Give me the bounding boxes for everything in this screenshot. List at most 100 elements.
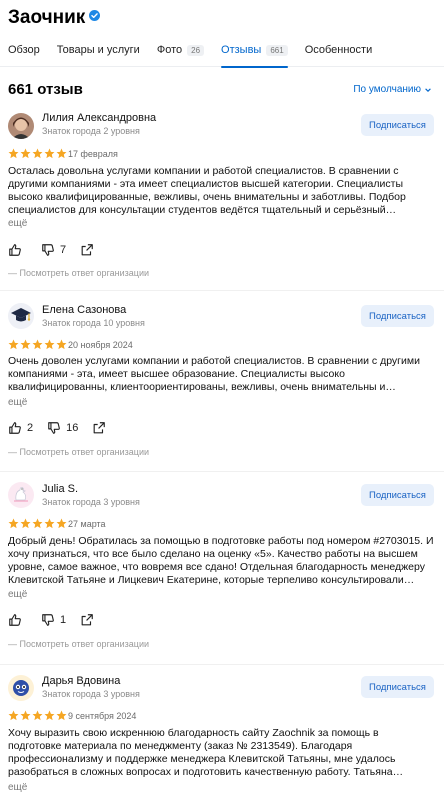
star-icon <box>56 518 67 529</box>
title-row: Заочник <box>8 7 101 29</box>
review-card: Лилия Александровна Знаток города 2 уров… <box>0 105 444 290</box>
sort-dropdown[interactable]: По умолчанию <box>353 84 432 95</box>
review-date: 20 ноября 2024 <box>68 340 133 350</box>
tab-features[interactable]: Особенности <box>305 40 373 60</box>
page-header: Заочник Обзор Товары и услуги Фото 26 Отз… <box>0 0 444 68</box>
star-icon <box>8 518 19 529</box>
share-button[interactable] <box>80 613 94 627</box>
review-card: Julia S. Знаток города 3 уровня Подписат… <box>0 472 444 664</box>
dislike-button[interactable]: 16 <box>47 421 78 435</box>
read-more-link[interactable]: ещё <box>8 397 27 408</box>
subscribe-button[interactable]: Подписаться <box>361 484 434 506</box>
tab-label: Фото <box>156 44 183 56</box>
review-actions: 2 16 <box>8 421 120 435</box>
read-more-link[interactable]: ещё <box>8 218 27 229</box>
organization-answer-link[interactable]: — Посмотреть ответ организации <box>8 268 149 278</box>
subscribe-button[interactable]: Подписаться <box>361 676 434 698</box>
tab-label: Обзор <box>8 44 40 56</box>
thumbs-up-icon <box>9 244 21 256</box>
subscribe-button[interactable]: Подписаться <box>361 114 434 136</box>
star-icon <box>32 710 43 721</box>
share-button[interactable] <box>80 243 94 257</box>
reviews-summary: 661 отзыв По умолчанию <box>0 75 444 105</box>
avatar <box>8 303 34 329</box>
read-more-link[interactable]: ещё <box>8 589 27 600</box>
star-icon <box>8 148 19 159</box>
rating-stars <box>8 339 68 350</box>
organization-answer-link[interactable]: — Посмотреть ответ организации <box>8 639 149 649</box>
tab-label: Особенности <box>304 44 373 56</box>
tab-bar: Обзор Товары и услуги Фото 26 Отзывы 661 О… <box>8 40 389 68</box>
subscribe-button[interactable]: Подписаться <box>361 305 434 327</box>
reviews-count: 661 отзыв <box>8 81 83 98</box>
review-author[interactable]: Елена Сазонова <box>42 304 126 316</box>
thumbs-down-icon <box>48 422 60 434</box>
thumbs-up-icon <box>9 614 21 626</box>
review-author-level: Знаток города 3 уровня <box>42 689 140 699</box>
tab-count-badge: 26 <box>187 44 205 56</box>
sort-label: По умолчанию <box>353 84 421 95</box>
share-button[interactable] <box>92 421 106 435</box>
star-icon <box>32 518 43 529</box>
review-card: Дарья Вдовина Знаток города 3 уровня Под… <box>0 665 444 806</box>
thumbs-up-icon <box>9 422 21 434</box>
avatar <box>8 113 34 139</box>
dislike-count: 7 <box>60 244 67 256</box>
review-author-level: Знаток города 2 уровня <box>42 126 140 136</box>
star-icon <box>8 710 19 721</box>
review-author[interactable]: Лилия Александровна <box>42 112 156 124</box>
like-button[interactable] <box>8 243 27 257</box>
review-text: Очень доволен услугами компании и работо… <box>8 355 420 393</box>
avatar <box>8 675 34 701</box>
star-icon <box>44 710 55 721</box>
review-actions: 1 <box>8 613 108 627</box>
star-icon <box>44 518 55 529</box>
review-text: Хочу выразить свою искреннюю благодарнос… <box>8 727 404 778</box>
tab-overview[interactable]: Обзор <box>8 40 40 60</box>
star-icon <box>32 339 43 350</box>
review-text: Добрый день! Обратилась за помощью в под… <box>8 535 434 586</box>
review-date: 17 февраля <box>68 149 118 159</box>
avatar <box>8 482 34 508</box>
star-icon <box>32 148 43 159</box>
tab-count-badge: 661 <box>266 44 288 56</box>
thumbs-down-icon <box>42 614 54 626</box>
review-actions: 7 <box>8 243 108 257</box>
review-card: Елена Сазонова Знаток города 10 уровня П… <box>0 291 444 471</box>
like-count: 2 <box>27 422 34 434</box>
like-button[interactable]: 2 <box>8 421 33 435</box>
tab-label: Отзывы <box>221 44 262 56</box>
dislike-button[interactable]: 7 <box>41 243 66 257</box>
star-icon <box>44 339 55 350</box>
page-title: Заочник <box>8 7 86 28</box>
review-author-level: Знаток города 3 уровня <box>42 497 140 507</box>
review-text: Осталась довольна услугами компании и ра… <box>8 165 406 216</box>
dislike-count: 1 <box>60 614 67 626</box>
rating-stars <box>8 518 68 529</box>
star-icon <box>56 710 67 721</box>
star-icon <box>20 339 31 350</box>
tab-photos[interactable]: Фото 26 <box>156 40 205 60</box>
read-more-link[interactable]: ещё <box>8 782 27 793</box>
star-icon <box>56 148 67 159</box>
star-icon <box>20 710 31 721</box>
review-author-level: Знаток города 10 уровня <box>42 318 145 328</box>
tab-products[interactable]: Товары и услуги <box>57 40 140 60</box>
dislike-count: 16 <box>66 422 79 434</box>
review-author[interactable]: Дарья Вдовина <box>42 675 120 687</box>
review-date: 9 сентября 2024 <box>68 711 137 721</box>
thumbs-down-icon <box>42 244 54 256</box>
share-icon <box>81 244 93 256</box>
dislike-button[interactable]: 1 <box>41 613 66 627</box>
rating-stars <box>8 148 68 159</box>
like-button[interactable] <box>8 613 27 627</box>
star-icon <box>44 148 55 159</box>
rating-stars <box>8 710 68 721</box>
star-icon <box>56 339 67 350</box>
star-icon <box>20 148 31 159</box>
organization-answer-link[interactable]: — Посмотреть ответ организации <box>8 447 149 457</box>
tab-reviews[interactable]: Отзывы 661 <box>221 40 288 68</box>
share-icon <box>81 614 93 626</box>
review-author[interactable]: Julia S. <box>42 483 78 495</box>
star-icon <box>8 339 19 350</box>
